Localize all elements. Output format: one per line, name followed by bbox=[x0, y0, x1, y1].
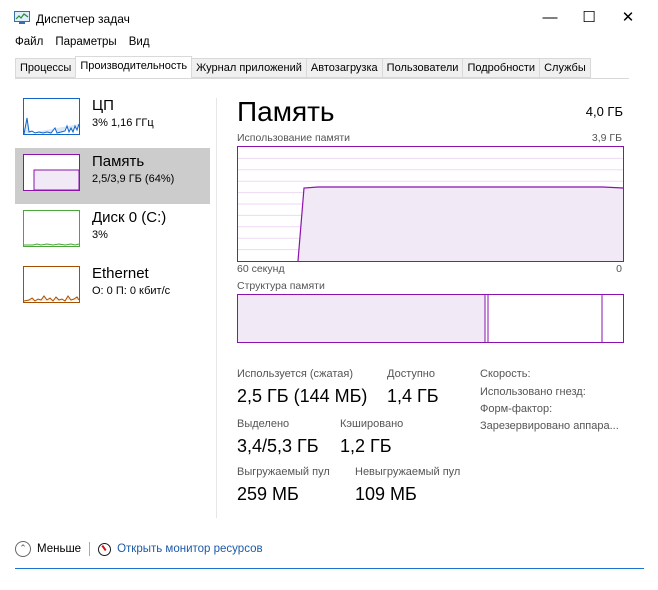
sidebar-item-sub: О: 0 П: 0 кбит/с bbox=[92, 285, 171, 297]
resource-monitor-icon bbox=[98, 542, 112, 556]
tab-services[interactable]: Службы bbox=[539, 58, 591, 78]
menu-bar: Файл Параметры Вид bbox=[0, 36, 159, 54]
tab-app-history[interactable]: Журнал приложений bbox=[191, 58, 307, 78]
usage-graph-max: 3,9 ГБ bbox=[591, 132, 622, 144]
sidebar-item-label: Диск 0 (C:) bbox=[92, 209, 167, 226]
tab-processes[interactable]: Процессы bbox=[15, 58, 77, 78]
speed-label: Скорость: bbox=[480, 368, 531, 380]
sidebar-item-sub: 2,5/3,9 ГБ (64%) bbox=[92, 173, 175, 185]
sidebar-item-sub: 3% bbox=[92, 229, 108, 241]
memory-capacity: 4,0 ГБ bbox=[585, 104, 623, 119]
memory-composition-bar bbox=[237, 294, 624, 343]
sidebar-item-disk[interactable]: Диск 0 (C:) 3% bbox=[15, 204, 210, 260]
composition-label: Структура памяти bbox=[237, 280, 325, 292]
cached-label: Кэшировано bbox=[340, 418, 404, 430]
available-value: 1,4 ГБ bbox=[387, 386, 439, 406]
tab-performance[interactable]: Производительность bbox=[75, 56, 193, 78]
nonpaged-pool-label: Невыгружаемый пул bbox=[355, 466, 461, 478]
tab-strip: Процессы Производительность Журнал прило… bbox=[15, 56, 591, 78]
window-title: Диспетчер задач bbox=[36, 12, 130, 26]
minimize-button[interactable]: — bbox=[536, 8, 564, 28]
menu-file[interactable]: Файл bbox=[15, 36, 43, 48]
maximize-button[interactable]: ☐ bbox=[575, 8, 603, 28]
memory-usage-graph bbox=[237, 146, 624, 262]
task-manager-icon bbox=[14, 11, 30, 24]
sidebar-item-label: Память bbox=[92, 153, 145, 170]
fewer-details-button[interactable]: Меньше bbox=[37, 543, 81, 555]
tab-details[interactable]: Подробности bbox=[462, 58, 541, 78]
footer-separator bbox=[89, 542, 91, 556]
menu-view[interactable]: Вид bbox=[129, 36, 150, 48]
in-use-value: 2,5 ГБ (144 МБ) bbox=[237, 386, 368, 406]
chevron-up-icon[interactable]: ⌃ bbox=[15, 541, 31, 557]
form-factor-label: Форм-фактор: bbox=[480, 403, 553, 415]
disk-thumbnail-graph bbox=[23, 210, 80, 247]
tab-divider bbox=[15, 78, 629, 79]
graph-time-right: 0 bbox=[616, 263, 622, 275]
open-resource-monitor-link[interactable]: Открыть монитор ресурсов bbox=[117, 543, 263, 555]
close-button[interactable]: ✕ bbox=[614, 8, 642, 28]
committed-value: 3,4/5,3 ГБ bbox=[237, 436, 319, 456]
title-bar: Диспетчер задач — ☐ ✕ bbox=[0, 0, 658, 34]
menu-options[interactable]: Параметры bbox=[55, 36, 116, 48]
tab-users[interactable]: Пользователи bbox=[381, 58, 464, 78]
paged-pool-label: Выгружаемый пул bbox=[237, 466, 330, 478]
tab-startup[interactable]: Автозагрузка bbox=[305, 58, 383, 78]
hardware-reserved-label: Зарезервировано аппара... bbox=[480, 420, 619, 432]
sidebar-divider bbox=[216, 98, 217, 518]
in-use-label: Используется (сжатая) bbox=[237, 368, 354, 380]
footer-bar: ⌃ Меньше Открыть монитор ресурсов bbox=[15, 540, 263, 558]
slots-label: Использовано гнезд: bbox=[480, 386, 586, 398]
paged-pool-value: 259 МБ bbox=[237, 484, 299, 504]
nonpaged-pool-value: 109 МБ bbox=[355, 484, 417, 504]
memory-thumbnail-graph bbox=[23, 154, 80, 191]
available-label: Доступно bbox=[387, 368, 436, 380]
sidebar-item-memory[interactable]: Память 2,5/3,9 ГБ (64%) bbox=[15, 148, 210, 204]
committed-label: Выделено bbox=[237, 418, 290, 430]
cached-value: 1,2 ГБ bbox=[340, 436, 392, 456]
footer-line bbox=[15, 568, 644, 569]
